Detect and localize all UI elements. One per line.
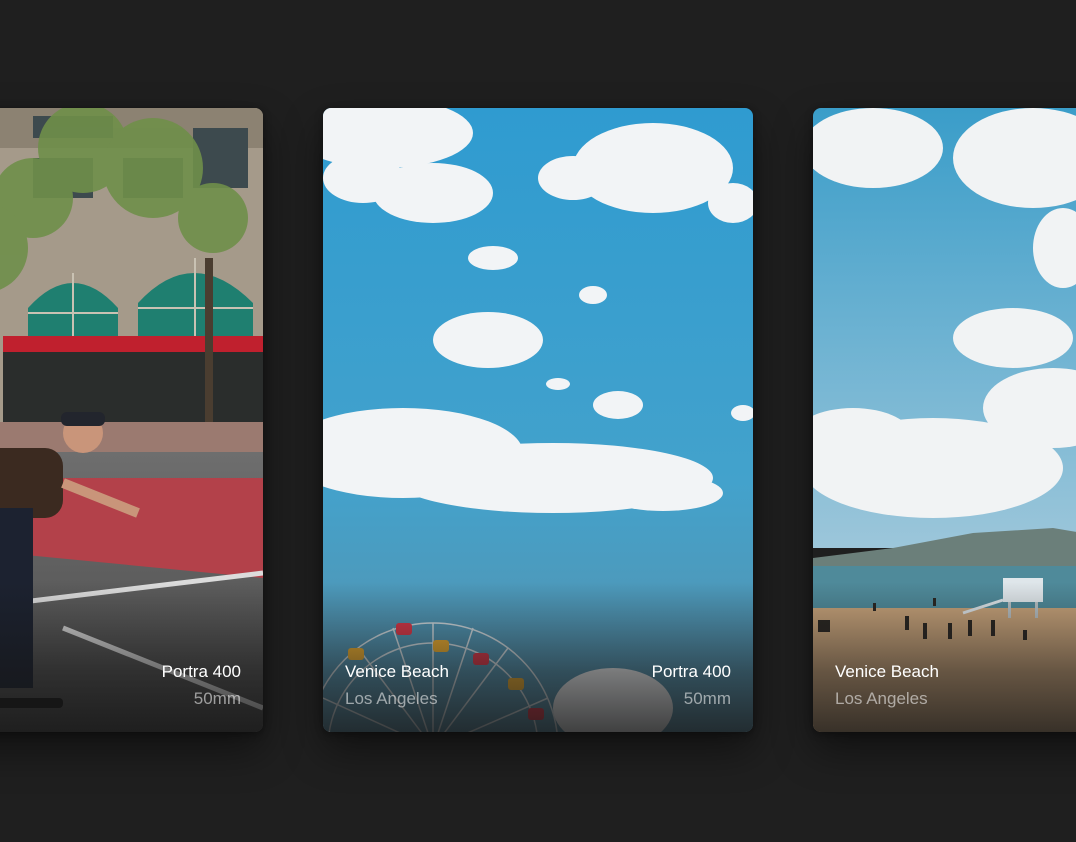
lens-label: 50mm: [193, 689, 241, 708]
photo-card-street[interactable]: Portra 400 50mm: [0, 108, 263, 732]
photo-card-beach[interactable]: Venice Beach Los Angeles: [813, 108, 1076, 732]
film-label: Portra 400: [651, 662, 731, 681]
lens-label: 50mm: [683, 689, 731, 708]
city-label: Los Angeles: [345, 689, 438, 708]
photo-card-sky[interactable]: Venice Beach Los Angeles Portra 400 50mm: [323, 108, 753, 732]
camera-info: Portra 400 50mm: [652, 658, 731, 712]
camera-info: Portra 400 50mm: [162, 658, 241, 712]
city-label: Los Angeles: [835, 689, 928, 708]
carousel: Portra 400 50mm Venice Beach Los Angeles…: [0, 0, 1076, 842]
location-info: Venice Beach Los Angeles: [835, 658, 939, 712]
place-label: Venice Beach: [835, 662, 939, 681]
location-info: Venice Beach Los Angeles: [345, 658, 449, 712]
place-label: Venice Beach: [345, 662, 449, 681]
film-label: Portra 400: [161, 662, 241, 681]
